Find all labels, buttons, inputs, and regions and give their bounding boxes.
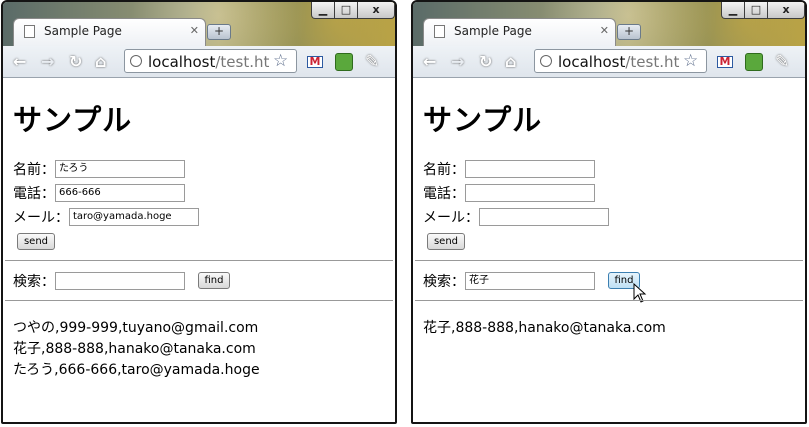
new-tab-button[interactable]: + bbox=[617, 24, 641, 40]
tab-title: Sample Page bbox=[454, 24, 532, 38]
result-line: たろう,666-666,taro@yamada.hoge bbox=[13, 362, 260, 378]
phone-input[interactable] bbox=[465, 184, 595, 202]
divider bbox=[5, 260, 393, 261]
maximize-button[interactable]: □ bbox=[744, 2, 768, 19]
phone-row: 電話： bbox=[423, 183, 595, 203]
back-icon[interactable]: ← bbox=[423, 53, 436, 71]
name-input[interactable] bbox=[465, 160, 595, 178]
page-heading: サンプル bbox=[13, 103, 133, 137]
mail-label: メール： bbox=[13, 210, 69, 226]
find-button[interactable]: find bbox=[198, 272, 230, 289]
close-button[interactable]: x bbox=[357, 2, 395, 19]
name-input[interactable]: たろう bbox=[55, 160, 185, 178]
forward-icon[interactable]: → bbox=[451, 53, 464, 71]
search-input[interactable]: 花子 bbox=[465, 272, 595, 290]
mail-input[interactable]: taro@yamada.hoge bbox=[69, 208, 199, 226]
page-content: サンプル 名前： 電話： メール： send 検索： 花子 find 花子,888… bbox=[413, 79, 805, 422]
tab-title: Sample Page bbox=[44, 24, 122, 38]
search-row: 検索： 花子 bbox=[423, 271, 595, 291]
browser-window-left: ▁ □ x Sample Page ✕ + ← → ↻ ⌂ localhost/… bbox=[1, 0, 397, 424]
globe-icon bbox=[540, 55, 552, 67]
mail-label: メール： bbox=[423, 210, 479, 226]
home-icon[interactable]: ⌂ bbox=[505, 53, 516, 71]
name-label: 名前： bbox=[423, 162, 465, 178]
divider bbox=[415, 260, 803, 261]
search-row: 検索： bbox=[13, 271, 185, 291]
forward-icon[interactable]: → bbox=[41, 53, 54, 71]
evernote-icon[interactable] bbox=[745, 53, 763, 71]
phone-label: 電話： bbox=[423, 186, 465, 202]
minimize-button[interactable]: ▁ bbox=[721, 2, 745, 19]
divider bbox=[5, 300, 393, 301]
send-button[interactable]: send bbox=[427, 233, 465, 250]
browser-toolbar: ← → ↻ ⌂ localhost/test.ht ☆ M ✎ bbox=[413, 46, 805, 78]
globe-icon bbox=[130, 55, 142, 67]
new-tab-button[interactable]: + bbox=[207, 24, 231, 40]
gmail-icon[interactable]: M bbox=[717, 56, 733, 68]
browser-toolbar: ← → ↻ ⌂ localhost/test.ht ☆ M ✎ bbox=[3, 46, 395, 78]
url-text: localhost/test.ht bbox=[558, 53, 679, 71]
url-host: localhost bbox=[558, 53, 626, 71]
url-path: /test.ht bbox=[625, 53, 680, 71]
phone-input[interactable]: 666-666 bbox=[55, 184, 185, 202]
mail-input[interactable] bbox=[479, 208, 609, 226]
phone-label: 電話： bbox=[13, 186, 55, 202]
maximize-button[interactable]: □ bbox=[334, 2, 358, 19]
page-heading: サンプル bbox=[423, 103, 543, 137]
page-content: サンプル 名前： たろう 電話： 666-666 メール： taro@yamada.h… bbox=[3, 79, 395, 422]
mail-row: メール： taro@yamada.hoge bbox=[13, 207, 199, 227]
url-host: localhost bbox=[148, 53, 216, 71]
search-label: 検索： bbox=[423, 274, 465, 290]
tab-close-icon[interactable]: ✕ bbox=[190, 24, 199, 37]
wrench-icon[interactable]: ✎ bbox=[365, 52, 379, 72]
page-icon bbox=[434, 25, 445, 38]
divider bbox=[415, 300, 803, 301]
name-row: 名前： bbox=[423, 159, 595, 179]
url-path: /test.ht bbox=[215, 53, 270, 71]
page-icon bbox=[24, 25, 35, 38]
address-bar[interactable]: localhost/test.ht bbox=[534, 49, 707, 73]
reload-icon[interactable]: ↻ bbox=[69, 53, 82, 71]
evernote-icon[interactable] bbox=[335, 53, 353, 71]
result-line: 花子,888-888,hanako@tanaka.com bbox=[423, 320, 666, 336]
mail-row: メール： bbox=[423, 207, 609, 227]
reload-icon[interactable]: ↻ bbox=[479, 53, 492, 71]
home-icon[interactable]: ⌂ bbox=[95, 53, 106, 71]
address-bar[interactable]: localhost/test.ht bbox=[124, 49, 297, 73]
search-input[interactable] bbox=[55, 272, 185, 290]
browser-window-right: ▁ □ x Sample Page ✕ + ← → ↻ ⌂ localhost/… bbox=[411, 0, 807, 424]
tab-close-icon[interactable]: ✕ bbox=[600, 24, 609, 37]
minimize-button[interactable]: ▁ bbox=[311, 2, 335, 19]
name-row: 名前： たろう bbox=[13, 159, 185, 179]
close-button[interactable]: x bbox=[767, 2, 805, 19]
tab-sample-page[interactable]: Sample Page ✕ bbox=[13, 18, 206, 46]
wrench-icon[interactable]: ✎ bbox=[775, 52, 789, 72]
result-line: 花子,888-888,hanako@tanaka.com bbox=[13, 341, 256, 357]
name-label: 名前： bbox=[13, 162, 55, 178]
gmail-icon[interactable]: M bbox=[307, 56, 323, 68]
send-button[interactable]: send bbox=[17, 233, 55, 250]
star-icon[interactable]: ☆ bbox=[683, 51, 698, 71]
search-label: 検索： bbox=[13, 274, 55, 290]
tab-sample-page[interactable]: Sample Page ✕ bbox=[423, 18, 616, 46]
star-icon[interactable]: ☆ bbox=[273, 51, 288, 71]
phone-row: 電話： 666-666 bbox=[13, 183, 185, 203]
result-line: つやの,999-999,tuyano@gmail.com bbox=[13, 320, 259, 336]
back-icon[interactable]: ← bbox=[13, 53, 26, 71]
url-text: localhost/test.ht bbox=[148, 53, 269, 71]
